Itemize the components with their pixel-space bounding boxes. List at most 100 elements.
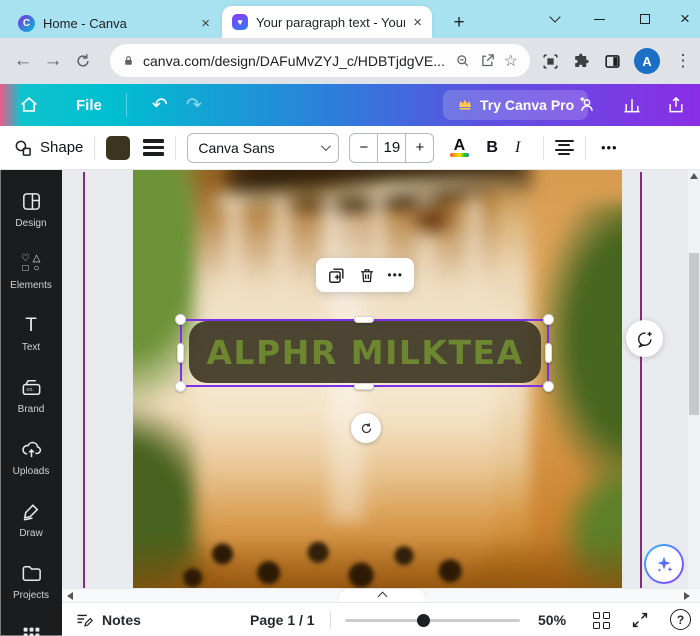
text-color-button[interactable]: A	[448, 138, 470, 157]
font-size-increase-button[interactable]: +	[406, 134, 433, 162]
reload-icon	[77, 54, 89, 67]
sidebar-item-brand[interactable]: co. Brand	[0, 364, 62, 426]
canva-header: File ↶ ↷ Try Canva Pro	[0, 84, 700, 126]
grid-view-button[interactable]	[593, 603, 610, 636]
canva-toolbar: Shape Canva Sans − 19 + A B I •••	[0, 126, 700, 170]
share-upload-icon[interactable]	[666, 95, 686, 115]
address-bar[interactable]: canva.com/design/DAFuMvZYJ_c/HDBTjdgVE..…	[110, 44, 530, 77]
vertical-scrollbar-thumb[interactable]	[689, 253, 699, 415]
url-text[interactable]: canva.com/design/DAFuMvZYJ_c/HDBTjdgVE..…	[143, 53, 446, 69]
notes-icon	[77, 614, 94, 627]
sidebar-item-apps[interactable]: Apps	[0, 612, 62, 636]
toolbar-more-button[interactable]: •••	[601, 140, 618, 155]
invite-members-icon[interactable]	[576, 95, 598, 115]
resize-handle-w[interactable]	[177, 343, 184, 363]
zoom-slider[interactable]	[345, 603, 520, 636]
sidebar-item-design[interactable]: Design	[0, 178, 62, 240]
resize-handle-s[interactable]	[354, 383, 374, 390]
zoom-percent[interactable]: 50%	[538, 603, 566, 636]
scroll-right-icon[interactable]	[684, 592, 690, 600]
apps-grid-icon	[23, 627, 39, 636]
maximize-button[interactable]	[630, 6, 660, 32]
share-icon[interactable]	[479, 52, 496, 69]
tab-home-canva[interactable]: C Home - Canva ×	[8, 8, 220, 38]
window-close-button[interactable]: ×	[670, 6, 700, 32]
chevron-down-icon	[321, 141, 332, 152]
resize-handle-nw[interactable]	[175, 314, 186, 325]
sidebar-item-text[interactable]: T Text	[0, 302, 62, 364]
pages-drawer-handle[interactable]	[339, 589, 425, 602]
notes-button[interactable]: Notes	[75, 603, 141, 636]
fullscreen-button[interactable]	[631, 603, 649, 636]
tab-search-button[interactable]	[540, 6, 570, 32]
redo-button[interactable]: ↷	[177, 94, 211, 117]
extensions-puzzle-icon[interactable]	[572, 52, 591, 71]
forward-button[interactable]: →	[38, 50, 68, 72]
element-more-button[interactable]: •••	[387, 268, 403, 282]
resize-handle-e[interactable]	[545, 343, 552, 363]
try-canva-pro-button[interactable]: Try Canva Pro	[443, 90, 589, 120]
tab-design-active[interactable]: ♥ Your paragraph text - Your S ×	[222, 6, 432, 38]
tab-close-icon[interactable]: ×	[201, 16, 210, 31]
shape-tool-icon[interactable]	[13, 138, 33, 158]
page-indicator[interactable]: Page 1 / 1	[250, 603, 315, 636]
selection-box	[180, 319, 549, 387]
tab-title: Home - Canva	[43, 15, 127, 31]
boba-pearls	[173, 503, 503, 588]
text-align-icon[interactable]	[554, 139, 574, 156]
resize-handle-ne[interactable]	[543, 314, 554, 325]
bookmark-star-icon[interactable]: ☆	[504, 51, 518, 71]
bottom-bar: Notes Page 1 / 1 50% ?	[62, 602, 700, 636]
back-button[interactable]: ←	[8, 50, 38, 72]
add-comment-button[interactable]	[626, 320, 663, 357]
sidebar-item-draw[interactable]: Draw	[0, 488, 62, 550]
sidebar-item-projects[interactable]: Projects	[0, 550, 62, 612]
tab-close-icon[interactable]: ×	[413, 15, 422, 30]
scroll-left-icon[interactable]	[67, 592, 73, 600]
zoom-out-icon[interactable]	[454, 52, 471, 69]
text-color-letter: A	[453, 137, 466, 154]
font-size-value[interactable]: 19	[377, 133, 407, 162]
home-button[interactable]	[0, 94, 58, 116]
profile-avatar[interactable]: A	[634, 48, 660, 74]
undo-button[interactable]: ↶	[143, 94, 177, 117]
font-family-select[interactable]: Canva Sans	[187, 132, 340, 163]
design-canvas: ALPHR MILKTEA •••	[62, 170, 700, 602]
insights-chart-icon[interactable]	[622, 95, 642, 115]
zoom-slider-thumb[interactable]	[416, 614, 430, 627]
rotate-handle[interactable]	[351, 413, 381, 443]
divider	[330, 611, 331, 629]
fill-color-swatch[interactable]	[106, 135, 131, 160]
duplicate-icon[interactable]	[327, 266, 346, 285]
resize-handle-n[interactable]	[354, 316, 374, 323]
shape-tool-label[interactable]: Shape	[40, 139, 83, 156]
element-context-toolbar: •••	[316, 258, 414, 292]
page-guide-left	[83, 172, 85, 588]
resize-handle-se[interactable]	[543, 381, 554, 392]
zoom-slider-track[interactable]	[345, 619, 520, 622]
delete-trash-icon[interactable]	[358, 266, 376, 285]
canva-assistant-button[interactable]	[644, 544, 684, 584]
divider	[542, 135, 544, 160]
font-size-decrease-button[interactable]: −	[350, 134, 377, 162]
sidebar: Design ♡△□○ Elements T Text co. Brand	[0, 170, 62, 636]
scroll-up-icon[interactable]	[690, 173, 698, 179]
new-tab-button[interactable]: +	[446, 10, 472, 36]
browser-menu-icon[interactable]: ⋮	[672, 51, 694, 71]
sidebar-item-uploads[interactable]: Uploads	[0, 426, 62, 488]
projects-folder-icon	[22, 566, 41, 581]
resize-handle-sw[interactable]	[175, 381, 186, 392]
vertical-scrollbar[interactable]	[688, 170, 700, 588]
split-screen-icon[interactable]	[603, 52, 622, 71]
help-button[interactable]: ?	[670, 609, 691, 630]
capture-icon[interactable]	[541, 52, 560, 71]
file-menu[interactable]: File	[76, 97, 102, 114]
bold-button[interactable]: B	[486, 139, 498, 157]
border-style-icon[interactable]	[143, 139, 165, 156]
rainbow-bar	[449, 153, 469, 157]
reload-button[interactable]	[68, 52, 98, 70]
italic-button[interactable]: I	[515, 139, 525, 157]
sidebar-item-elements[interactable]: ♡ △ □ ○ Elements	[0, 240, 62, 302]
minimize-button[interactable]	[584, 6, 614, 32]
font-size-stepper: − 19 +	[349, 132, 435, 163]
